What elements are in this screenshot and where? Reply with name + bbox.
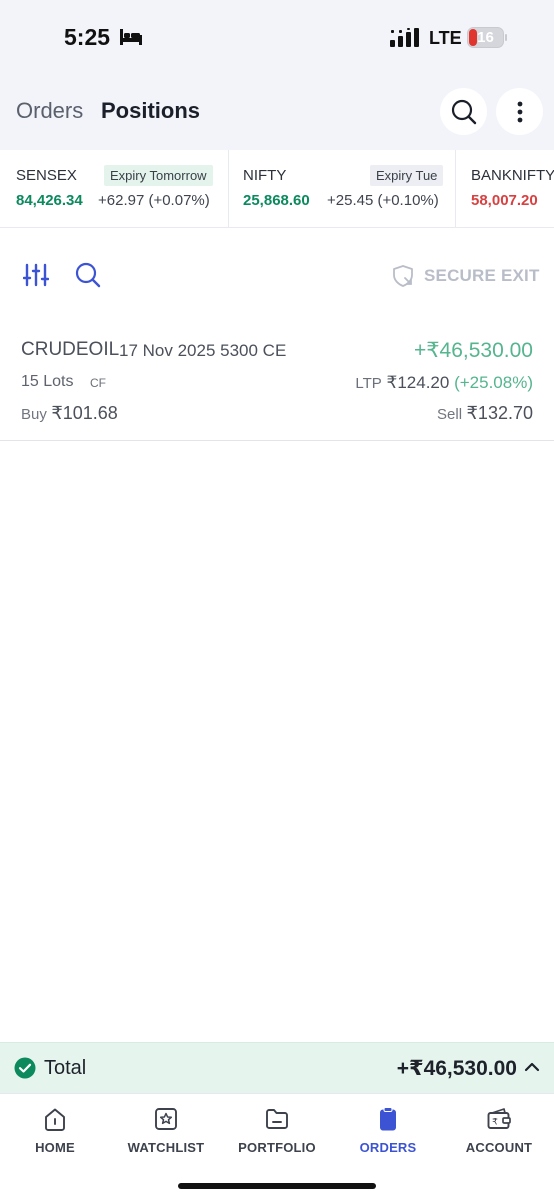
- index-ticker[interactable]: SENSEX Expiry Tomorrow 84,426.34 +62.97 …: [0, 150, 554, 228]
- total-bar[interactable]: Total +₹46,530.00: [0, 1042, 554, 1093]
- index-card-banknifty[interactable]: BANKNIFTY 58,007.20: [456, 150, 554, 228]
- position-ltp: LTP ₹124.20 (+25.08%): [355, 373, 533, 393]
- index-name: BANKNIFTY: [471, 167, 554, 184]
- index-change: +62.97 (+0.07%): [98, 192, 210, 209]
- sleep-mode-icon: [120, 29, 142, 45]
- nav-account[interactable]: ₹ ACCOUNT: [444, 1094, 554, 1174]
- position-row[interactable]: CRUDEOIL 17 Nov 2025 5300 CE +₹46,530.00…: [0, 323, 554, 441]
- sell-label: Sell: [437, 406, 463, 423]
- ltp-value: ₹124.20: [386, 373, 450, 392]
- index-value: 25,868.60: [243, 192, 310, 209]
- index-name: NIFTY: [243, 167, 287, 184]
- index-card-nifty[interactable]: NIFTY Expiry Tue 25,868.60 +25.45 (+0.10…: [229, 150, 455, 228]
- tab-positions[interactable]: Positions: [101, 98, 200, 124]
- buy-price: ₹101.68: [51, 403, 118, 423]
- position-pnl: +₹46,530.00: [413, 339, 533, 362]
- more-options-button[interactable]: [496, 88, 543, 135]
- positions-toolbar: SECURE EXIT: [0, 228, 554, 323]
- wallet-icon: ₹: [487, 1108, 511, 1129]
- carry-forward-tag: CF: [90, 376, 106, 390]
- star-icon: [155, 1108, 177, 1130]
- search-icon: [451, 99, 476, 124]
- index-name: SENSEX: [16, 167, 77, 184]
- folder-icon: [266, 1109, 288, 1129]
- header-search-button[interactable]: [440, 88, 487, 135]
- total-label: Total: [44, 1057, 87, 1079]
- svg-text:₹: ₹: [492, 1118, 498, 1128]
- position-symbol: CRUDEOIL: [21, 339, 120, 360]
- total-value: +₹46,530.00: [396, 1057, 517, 1080]
- index-card-sensex[interactable]: SENSEX Expiry Tomorrow 84,426.34 +62.97 …: [0, 150, 228, 228]
- clipboard-icon: [380, 1107, 396, 1131]
- more-vertical-icon: [517, 101, 522, 122]
- ltp-change: (+25.08%): [454, 373, 533, 392]
- check-circle-icon: [14, 1057, 36, 1079]
- index-change: +25.45 (+0.10%): [327, 192, 439, 209]
- secure-exit-button[interactable]: SECURE EXIT: [392, 264, 540, 288]
- position-contract: 17 Nov 2025 5300 CE: [119, 341, 287, 360]
- index-value: 58,007.20: [471, 192, 538, 209]
- nav-label: HOME: [35, 1140, 75, 1155]
- home-indicator: [178, 1183, 376, 1189]
- index-value: 84,426.34: [16, 192, 83, 209]
- position-buy: Buy ₹101.68: [21, 403, 118, 424]
- chevron-up-icon[interactable]: [524, 1061, 540, 1073]
- position-sell: Sell ₹132.70: [437, 403, 533, 424]
- search-icon[interactable]: [74, 261, 102, 289]
- filter-sliders-icon[interactable]: [23, 263, 49, 287]
- ltp-label: LTP: [355, 375, 382, 392]
- home-icon: [45, 1108, 65, 1131]
- nav-label: ACCOUNT: [465, 1140, 533, 1155]
- nav-home[interactable]: HOME: [0, 1094, 110, 1174]
- nav-label: PORTFOLIO: [238, 1140, 316, 1155]
- top-header: 5:25 LTE 16 Orders Positions: [0, 0, 554, 150]
- nav-label: WATCHLIST: [127, 1140, 205, 1155]
- tab-orders[interactable]: Orders: [16, 98, 83, 124]
- secure-exit-label: SECURE EXIT: [424, 266, 540, 285]
- shield-exit-icon: [393, 265, 413, 287]
- nav-label: ORDERS: [359, 1140, 417, 1155]
- sell-price: ₹132.70: [466, 403, 533, 423]
- buy-label: Buy: [21, 406, 47, 423]
- position-lots: 15 Lots: [21, 373, 74, 390]
- nav-portfolio[interactable]: PORTFOLIO: [222, 1094, 332, 1174]
- expiry-badge: Expiry Tue: [370, 165, 444, 186]
- signal-icon: [390, 28, 419, 47]
- battery-level: 16: [477, 29, 494, 46]
- network-type: LTE: [429, 28, 462, 48]
- expiry-badge: Expiry Tomorrow: [104, 165, 213, 186]
- nav-watchlist[interactable]: WATCHLIST: [111, 1094, 221, 1174]
- status-time: 5:25: [64, 24, 111, 50]
- nav-orders[interactable]: ORDERS: [333, 1094, 443, 1174]
